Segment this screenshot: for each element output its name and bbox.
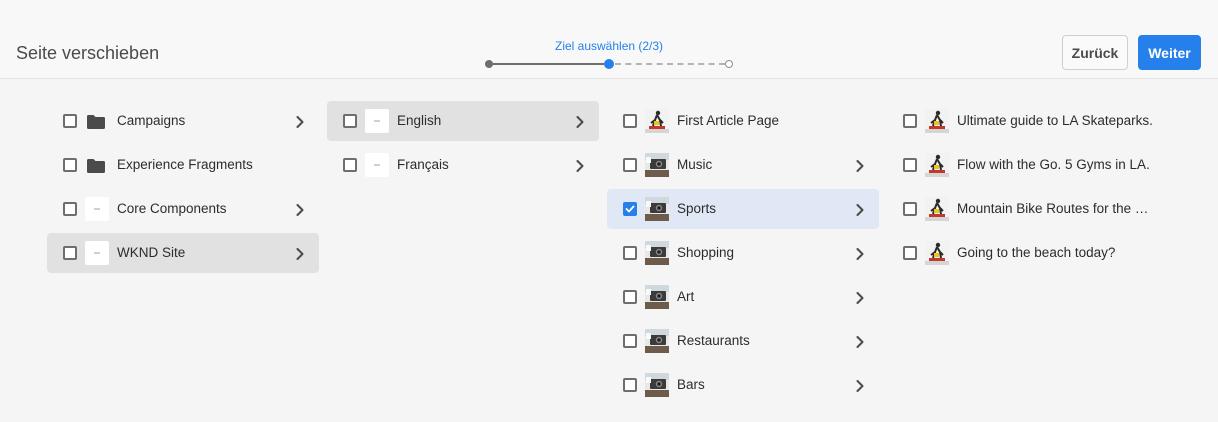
chevron-right-icon[interactable] — [855, 291, 865, 309]
column-item-flow-with-the-go-5-gyms-in-la[interactable]: Flow with the Go. 5 Gyms in LA. — [887, 145, 1159, 185]
skater-thumbnail-icon — [925, 109, 949, 133]
item-checkbox[interactable] — [903, 246, 917, 260]
item-label: WKND Site — [117, 245, 186, 260]
camera-thumbnail-icon — [645, 285, 669, 309]
chevron-right-icon[interactable] — [855, 335, 865, 353]
camera-thumbnail-icon — [645, 153, 669, 177]
item-checkbox[interactable] — [903, 114, 917, 128]
item-checkbox[interactable] — [623, 114, 637, 128]
item-checkbox[interactable] — [63, 246, 77, 260]
item-label: Art — [677, 289, 695, 304]
item-checkbox[interactable] — [903, 202, 917, 216]
chevron-right-icon[interactable] — [855, 379, 865, 397]
item-label: Music — [677, 157, 713, 172]
step-line-pending — [615, 63, 725, 65]
chevron-right-icon[interactable] — [575, 115, 585, 133]
column-item-art[interactable]: Art — [607, 277, 879, 317]
item-checkbox[interactable] — [623, 158, 637, 172]
column-item-going-to-the-beach-today[interactable]: Going to the beach today? — [887, 233, 1159, 273]
column-item-campaigns[interactable]: Campaigns — [47, 101, 319, 141]
page-icon — [85, 241, 109, 265]
item-label: Restaurants — [677, 333, 750, 348]
item-label: Shopping — [677, 245, 735, 260]
camera-thumbnail-icon — [645, 329, 669, 353]
dialog-header: Seite verschieben Ziel auswählen (2/3) Z… — [0, 0, 1218, 79]
item-checkbox[interactable] — [623, 246, 637, 260]
item-checkbox[interactable] — [63, 158, 77, 172]
skater-thumbnail-icon — [645, 109, 669, 133]
item-label: Core Components — [117, 201, 227, 216]
chevron-right-icon[interactable] — [295, 247, 305, 265]
page-icon — [85, 197, 109, 221]
chevron-right-icon[interactable] — [295, 203, 305, 221]
item-label: Campaigns — [117, 113, 186, 128]
item-label: Experience Fragments — [117, 157, 253, 172]
step-line-completed — [493, 63, 604, 65]
skater-thumbnail-icon — [925, 153, 949, 177]
back-button[interactable]: Zurück — [1062, 35, 1128, 70]
item-checkbox[interactable] — [623, 290, 637, 304]
column-item-sports[interactable]: Sports — [607, 189, 879, 229]
column-item-shopping[interactable]: Shopping — [607, 233, 879, 273]
item-label: Going to the beach today? — [957, 245, 1116, 260]
item-label: Mountain Bike Routes for the … — [957, 201, 1149, 216]
item-label: Ultimate guide to LA Skateparks. — [957, 113, 1153, 128]
page-icon — [365, 109, 389, 133]
item-label: First Article Page — [677, 113, 780, 128]
column-item-experience-fragments[interactable]: Experience Fragments — [47, 145, 319, 185]
chevron-right-icon[interactable] — [575, 159, 585, 177]
item-label: Sports — [677, 201, 717, 216]
item-checkbox[interactable] — [903, 158, 917, 172]
column-4: Ultimate guide to LA Skateparks. Flow wit… — [887, 101, 1159, 277]
camera-thumbnail-icon — [645, 373, 669, 397]
column-item-ultimate-guide-to-la-skateparks[interactable]: Ultimate guide to LA Skateparks. — [887, 101, 1159, 141]
column-item-first-article-page[interactable]: First Article Page — [607, 101, 879, 141]
item-checkbox[interactable] — [623, 378, 637, 392]
column-3: First Article Page Music Sports Shopping Art… — [607, 101, 879, 409]
camera-thumbnail-icon — [645, 241, 669, 265]
page-title: Seite verschieben — [16, 43, 160, 63]
skater-thumbnail-icon — [925, 197, 949, 221]
chevron-right-icon[interactable] — [855, 159, 865, 177]
item-label: Flow with the Go. 5 Gyms in LA. — [957, 157, 1150, 172]
step-label: Ziel auswählen (2/3) — [555, 39, 664, 53]
page-icon — [365, 153, 389, 177]
step-3-dot — [725, 60, 733, 68]
folder-icon — [87, 159, 105, 178]
item-label: English — [397, 113, 442, 128]
column-item-fran-ais[interactable]: Français — [327, 145, 599, 185]
wizard-stepper: Ziel auswählen (2/3) — [480, 38, 740, 74]
column-item-core-components[interactable]: Core Components — [47, 189, 319, 229]
item-checkbox[interactable] — [623, 334, 637, 348]
item-checkbox[interactable] — [63, 114, 77, 128]
column-item-bars[interactable]: Bars — [607, 365, 879, 405]
item-label: Bars — [677, 377, 705, 392]
item-checkbox[interactable] — [623, 202, 637, 216]
skater-thumbnail-icon — [925, 241, 949, 265]
item-checkbox[interactable] — [63, 202, 77, 216]
item-checkbox[interactable] — [343, 158, 357, 172]
step-2-dot — [604, 59, 614, 69]
chevron-right-icon[interactable] — [855, 203, 865, 221]
step-1-dot — [485, 60, 493, 68]
column-1: Campaigns Experience Fragments Core Compon… — [47, 101, 319, 277]
next-button[interactable]: Weiter — [1138, 35, 1201, 70]
column-item-restaurants[interactable]: Restaurants — [607, 321, 879, 361]
camera-thumbnail-icon — [645, 197, 669, 221]
column-item-mountain-bike-routes-for-the[interactable]: Mountain Bike Routes for the … — [887, 189, 1159, 229]
folder-icon — [87, 115, 105, 134]
item-label: Français — [397, 157, 449, 172]
item-checkbox[interactable] — [343, 114, 357, 128]
column-2: English Français — [327, 101, 599, 189]
column-item-music[interactable]: Music — [607, 145, 879, 185]
column-item-wknd-site[interactable]: WKND Site — [47, 233, 319, 273]
column-item-english[interactable]: English — [327, 101, 599, 141]
chevron-right-icon[interactable] — [855, 247, 865, 265]
chevron-right-icon[interactable] — [295, 115, 305, 133]
